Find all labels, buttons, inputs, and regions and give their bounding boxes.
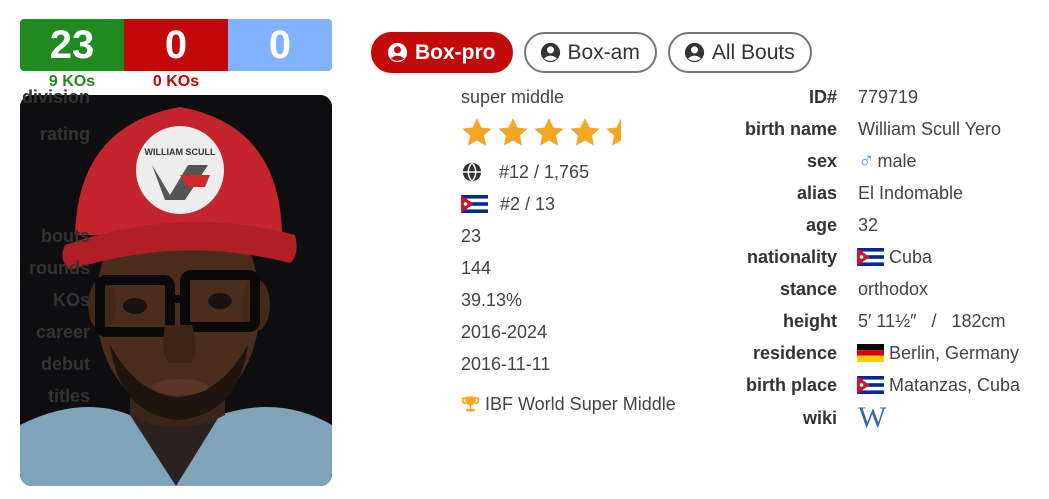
birthplace-label-cell: birth place — [700, 372, 837, 398]
stance-value: orthodox — [858, 278, 929, 299]
tab-all-bouts-label: All Bouts — [711, 40, 795, 64]
division-value: super middle — [461, 86, 565, 107]
tab-box-pro[interactable]: Box-pro — [371, 32, 513, 73]
age-value-cell: 32 — [858, 212, 878, 238]
tab-all-bouts[interactable]: All Bouts — [667, 32, 812, 73]
draws-count: 0 — [228, 19, 332, 71]
sex-label: sex — [806, 150, 837, 171]
residence-label-cell: residence — [700, 340, 837, 366]
cuba-flag-icon — [461, 195, 488, 213]
birthname-label: birth name — [744, 118, 837, 139]
bouts-row: bouts 23 — [0, 223, 700, 249]
alias-value-cell: El Indomable — [858, 180, 963, 206]
tab-box-pro-label: Box-pro — [415, 40, 496, 64]
user-circle-icon — [684, 42, 704, 63]
career-label: career — [35, 321, 90, 342]
wiki-value-cell: W — [858, 401, 886, 435]
residence-value-cell: Berlin, Germany — [857, 340, 1019, 366]
bouts-value: 23 — [461, 225, 482, 246]
stance-value-cell: orthodox — [858, 276, 928, 302]
stance-label: stance — [779, 278, 837, 299]
birthname-label-cell: birth name — [700, 116, 837, 142]
nationality-label-cell: nationality — [700, 244, 837, 270]
alias-label-cell: alias — [700, 180, 837, 206]
country-rank-value[interactable]: #2 / 13 — [500, 194, 555, 215]
debut-row: debut 2016-11-11 — [0, 351, 700, 377]
male-symbol-icon: ♂ — [858, 148, 875, 173]
nationality-value[interactable]: Cuba — [889, 247, 932, 268]
height-label-cell: height — [700, 308, 837, 334]
division-label: division — [21, 86, 90, 107]
id-value: 779719 — [858, 86, 919, 107]
sex-value-cell: ♂ male — [858, 148, 917, 174]
wikipedia-icon[interactable]: W — [858, 401, 886, 435]
nationality-label: nationality — [746, 246, 837, 267]
star-half-icon — [606, 118, 621, 146]
residence-label: residence — [752, 342, 837, 363]
age-label-cell: age — [700, 212, 837, 238]
title-item[interactable]: IBF World Super Middle — [460, 391, 676, 417]
rating-stars — [460, 116, 638, 150]
id-label-cell: ID# — [700, 84, 837, 110]
losses-count: 0 — [124, 19, 228, 71]
titles-label: titles — [47, 385, 90, 406]
sex-value: male — [877, 150, 917, 171]
world-rank-row: #12 / 1,765 — [461, 159, 589, 185]
cuba-flag-icon — [857, 376, 884, 394]
height-value: 5′ 11½″ / 182cm — [858, 310, 1006, 331]
germany-flag-icon — [857, 344, 884, 362]
wins-count: 23 — [20, 19, 124, 71]
record-tabs: Box-pro Box-am All Bouts — [371, 32, 812, 73]
birthname-value: William Scull Yero — [858, 118, 1002, 139]
division-row: division super middle — [0, 84, 700, 110]
world-rank-value[interactable]: #12 / 1,765 — [499, 162, 589, 183]
cap-logo-text: WILLIAM SCULL — [145, 147, 216, 157]
alias-label: alias — [796, 182, 837, 203]
user-circle-icon — [387, 42, 408, 63]
trophy-icon — [461, 396, 480, 411]
country-rank-row: #2 / 13 — [461, 191, 555, 217]
star-full-icon — [498, 118, 528, 146]
star-full-icon — [534, 118, 564, 146]
birthplace-label: birth place — [745, 374, 837, 395]
debut-value[interactable]: 2016-11-11 — [461, 354, 550, 375]
sex-label-cell: sex — [700, 148, 837, 174]
star-full-icon — [462, 118, 492, 146]
wiki-label: wiki — [802, 407, 837, 428]
id-value-cell: 779719 — [858, 84, 918, 110]
kos-value: 39.13% — [461, 289, 523, 310]
record-box: 23 0 0 — [20, 19, 332, 71]
rounds-value: 144 — [461, 257, 492, 278]
cuba-flag-icon — [857, 248, 884, 266]
birthname-value-cell: William Scull Yero — [858, 116, 1001, 142]
wiki-label-cell: wiki — [700, 405, 837, 431]
birthplace-value[interactable]: Matanzas, Cuba — [889, 375, 1020, 396]
residence-value[interactable]: Berlin, Germany — [889, 343, 1019, 364]
title-value: IBF World Super Middle — [485, 393, 676, 414]
career-value: 2016-2024 — [461, 321, 548, 342]
birthplace-value-cell: Matanzas, Cuba — [857, 372, 1020, 398]
rating-label: rating — [39, 123, 90, 144]
debut-label: debut — [41, 353, 90, 374]
nationality-value-cell: Cuba — [857, 244, 932, 270]
kos-label: KOs — [52, 289, 90, 310]
alias-value: El Indomable — [858, 182, 964, 203]
star-full-icon — [570, 118, 600, 146]
age-value: 32 — [858, 214, 879, 235]
career-row: career 2016-2024 — [0, 319, 700, 345]
age-label: age — [805, 214, 837, 235]
globe-icon — [462, 162, 482, 182]
user-circle-icon — [540, 42, 560, 63]
tab-box-am-label: Box-am — [567, 40, 640, 64]
id-label: ID# — [808, 86, 837, 107]
height-value-cell: 5′ 11½″ / 182cm — [858, 308, 1006, 334]
height-label: height — [783, 310, 837, 331]
rounds-label: rounds — [29, 257, 90, 278]
bouts-label: bouts — [41, 225, 90, 246]
stance-label-cell: stance — [700, 276, 837, 302]
tab-box-am[interactable]: Box-am — [523, 32, 657, 73]
kos-row: KOs 39.13% — [0, 287, 700, 313]
rounds-row: rounds 144 — [0, 255, 700, 281]
